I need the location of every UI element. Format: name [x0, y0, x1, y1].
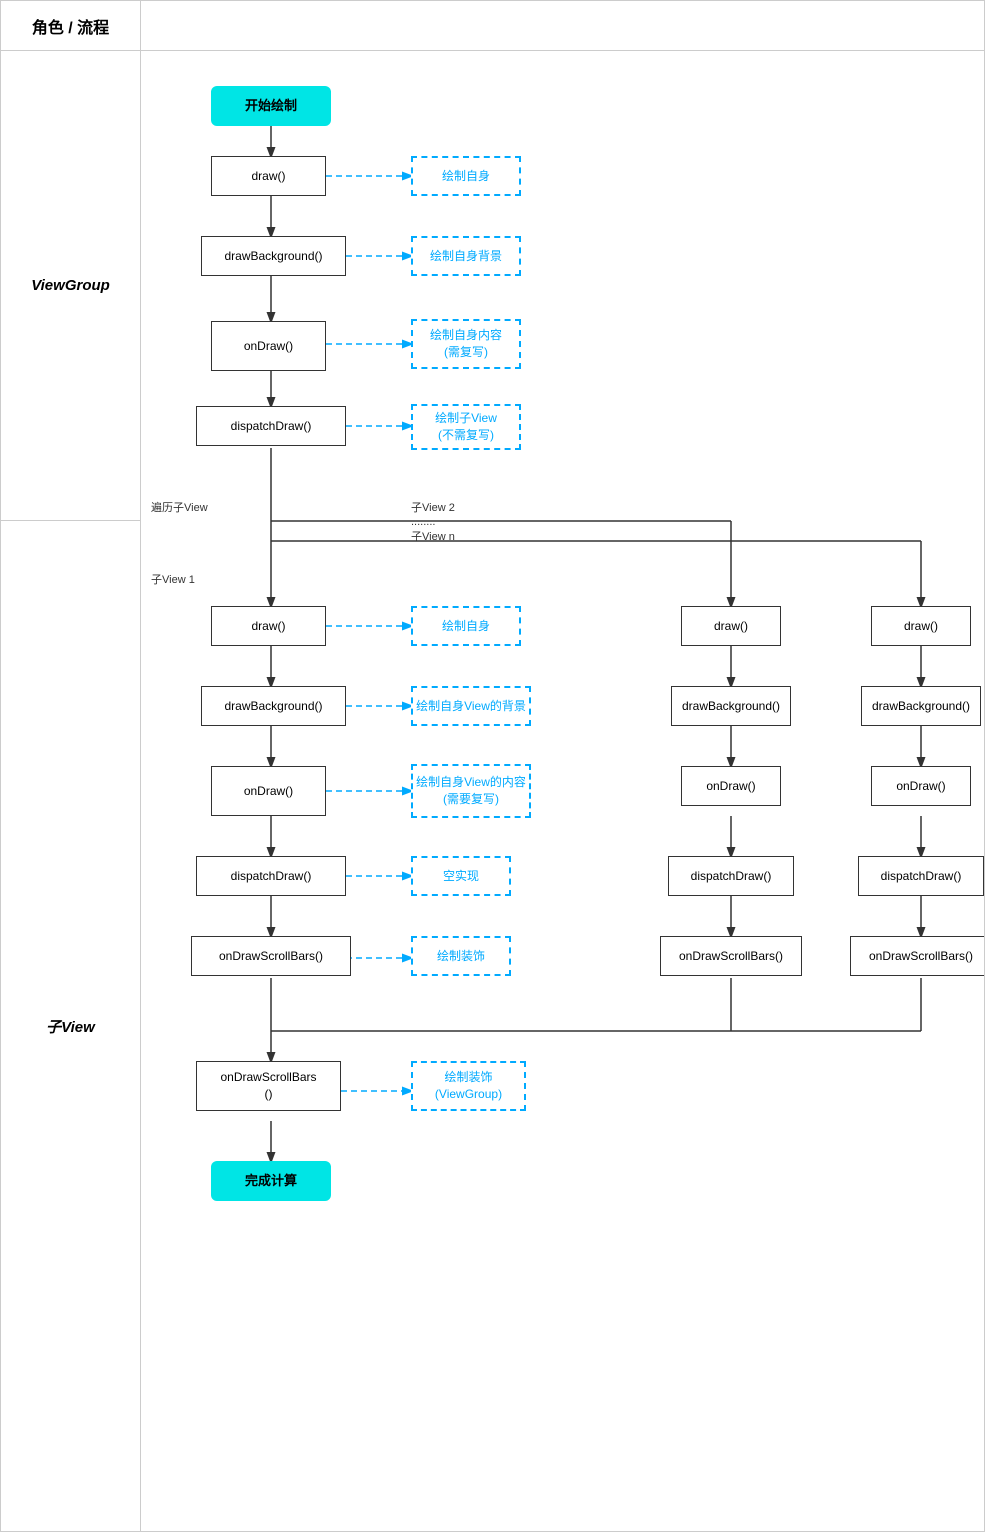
vg-ondraw-box: onDraw() [211, 321, 326, 371]
diagram-container: 角色 / 流程 ViewGroup 子View [0, 0, 985, 1532]
childN-label: ........ 子View n [411, 516, 455, 544]
cn-onDrawScrollBars-box: onDrawScrollBars() [850, 936, 984, 976]
c2-draw-box: draw() [681, 606, 781, 646]
c1-ondraw-note: 绘制自身View的内容 (需要复写) [411, 764, 531, 818]
child1-label: 子View 1 [151, 571, 195, 587]
c1-dispatchdraw-note: 空实现 [411, 856, 511, 896]
traverse-label: 遍历子View [151, 499, 208, 515]
c1-drawbg-note: 绘制自身View的背景 [411, 686, 531, 726]
vg-dispatchdraw-box: dispatchDraw() [196, 406, 346, 446]
c1-dispatchdraw-box: dispatchDraw() [196, 856, 346, 896]
cn-dispatchdraw-box: dispatchDraw() [858, 856, 984, 896]
start-box: 开始绘制 [211, 86, 331, 126]
flow-area: 开始绘制 draw() 绘制自身 drawBackground() 绘制自身背景… [141, 51, 984, 1531]
c1-draw-note: 绘制自身 [411, 606, 521, 646]
header-row: 角色 / 流程 [1, 1, 984, 51]
vg-draw-note: 绘制自身 [411, 156, 521, 196]
cn-drawbg-box: drawBackground() [861, 686, 981, 726]
vg-dispatchdraw-note: 绘制子View (不需复写) [411, 404, 521, 450]
vg-final-scrollbars-note: 绘制装饰 (ViewGroup) [411, 1061, 526, 1111]
vg-drawbg-box: drawBackground() [201, 236, 346, 276]
vg-ondraw-note: 绘制自身内容 (需复写) [411, 319, 521, 369]
vg-drawbg-note: 绘制自身背景 [411, 236, 521, 276]
c2-drawbg-box: drawBackground() [671, 686, 791, 726]
c1-onDrawScrollBars-box: onDrawScrollBars() [191, 936, 351, 976]
vg-final-scrollbars-box: onDrawScrollBars () [196, 1061, 341, 1111]
c2-onDrawScrollBars-box: onDrawScrollBars() [660, 936, 802, 976]
c1-draw-box: draw() [211, 606, 326, 646]
header-role-label: 角色 / 流程 [1, 1, 141, 50]
finish-box: 完成计算 [211, 1161, 331, 1201]
c1-ondraw-box: onDraw() [211, 766, 326, 816]
c2-dispatchdraw-box: dispatchDraw() [668, 856, 794, 896]
child2-label: 子View 2 [411, 499, 455, 515]
vg-draw-box: draw() [211, 156, 326, 196]
cn-draw-box: draw() [871, 606, 971, 646]
childview-label: 子View [1, 521, 140, 1531]
viewgroup-label: ViewGroup [1, 51, 140, 521]
main-content: ViewGroup 子View [1, 51, 984, 1531]
label-col: ViewGroup 子View [1, 51, 141, 1531]
cn-ondraw-box: onDraw() [871, 766, 971, 806]
c2-ondraw-box: onDraw() [681, 766, 781, 806]
c1-drawbg-box: drawBackground() [201, 686, 346, 726]
c1-onDrawScrollBars-note: 绘制装饰 [411, 936, 511, 976]
